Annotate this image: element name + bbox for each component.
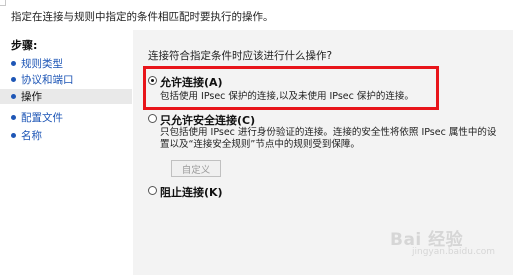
steps-panel: 步骤: 规则类型 协议和端口 操作 配置文件 名称 <box>0 30 133 275</box>
option-allow-label[interactable]: 允许连接(A) <box>160 74 223 90</box>
window-corner <box>0 0 6 6</box>
bullet-icon <box>11 94 16 99</box>
page-description: 指定在连接与规则中指定的条件相匹配时要执行的操作。 <box>11 11 274 23</box>
option-block-label[interactable]: 阻止连接(K) <box>160 184 223 200</box>
step-label: 名称 <box>21 130 42 142</box>
option-allow-secure-label[interactable]: 只允许安全连接(C) <box>160 112 255 128</box>
bullet-icon <box>11 115 16 120</box>
bullet-icon <box>11 77 16 82</box>
watermark-url: jingyan.baidu.com <box>412 247 496 257</box>
action-question: 连接符合指定条件时应该进行什么操作? <box>148 50 333 62</box>
option-allow-secure-desc-2: 置以及“连接安全规则”节点中的规则受到保障。 <box>160 139 360 150</box>
step-protocol-port[interactable]: 协议和端口 <box>11 72 131 87</box>
step-label: 配置文件 <box>21 112 63 124</box>
radio-allow-secure[interactable] <box>148 114 157 123</box>
step-action[interactable]: 操作 <box>0 89 132 104</box>
radio-block[interactable] <box>148 186 157 195</box>
option-allow-desc: 包括使用 IPsec 保护的连接,以及未使用 IPsec 保护的连接。 <box>160 91 414 102</box>
steps-title: 步骤: <box>11 39 38 52</box>
bullet-icon <box>11 133 16 138</box>
step-name[interactable]: 名称 <box>11 128 131 143</box>
step-label: 协议和端口 <box>21 74 74 86</box>
step-label: 操作 <box>21 91 42 103</box>
bullet-icon <box>11 61 16 66</box>
step-rule-type[interactable]: 规则类型 <box>11 56 131 71</box>
option-allow-secure-desc-1: 只包括使用 IPsec 进行身份验证的连接。连接的安全性将依照 IPsec 属性… <box>160 127 497 138</box>
step-label: 规则类型 <box>21 58 63 70</box>
customize-button[interactable]: 自定义 <box>171 160 221 177</box>
step-profile[interactable]: 配置文件 <box>11 110 131 125</box>
radio-allow[interactable] <box>148 76 157 85</box>
